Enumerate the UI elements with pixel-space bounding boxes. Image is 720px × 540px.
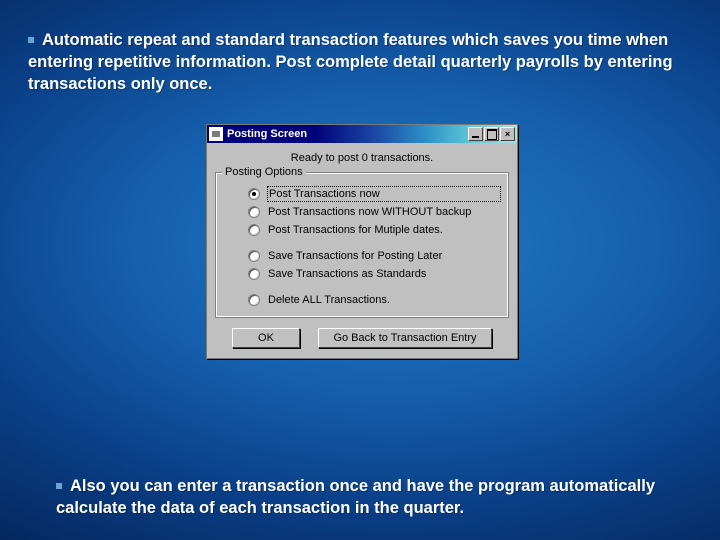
option-label: Post Transactions now WITHOUT backup bbox=[268, 205, 500, 219]
go-back-button[interactable]: Go Back to Transaction Entry bbox=[318, 328, 492, 348]
group-legend: Posting Options bbox=[222, 166, 306, 178]
option-post-now-no-backup[interactable]: Post Transactions now WITHOUT backup bbox=[224, 203, 500, 221]
option-post-now[interactable]: Post Transactions now bbox=[224, 185, 500, 203]
ok-button[interactable]: OK bbox=[232, 328, 300, 348]
bullet-icon bbox=[56, 477, 70, 495]
radio-icon bbox=[248, 188, 260, 200]
radio-icon bbox=[248, 224, 260, 236]
footer-text-content: Also you can enter a transaction once an… bbox=[56, 477, 655, 517]
posting-options-group: Posting Options Post Transactions now Po… bbox=[215, 172, 509, 318]
option-label: Delete ALL Transactions. bbox=[268, 293, 500, 307]
titlebar[interactable]: Posting Screen × bbox=[207, 125, 517, 143]
radio-icon bbox=[248, 268, 260, 280]
option-label: Save Transactions as Standards bbox=[268, 267, 500, 281]
option-save-for-later[interactable]: Save Transactions for Posting Later bbox=[224, 247, 500, 265]
heading-text: Automatic repeat and standard transactio… bbox=[28, 31, 673, 93]
posting-screen-window: Posting Screen × Ready to post 0 transac… bbox=[206, 124, 518, 359]
window-title: Posting Screen bbox=[227, 128, 467, 140]
slide-footer: Also you can enter a transaction once an… bbox=[56, 476, 686, 520]
minimize-button[interactable] bbox=[468, 127, 483, 141]
option-label: Post Transactions now bbox=[268, 187, 500, 201]
radio-icon bbox=[248, 294, 260, 306]
bullet-icon bbox=[28, 31, 42, 49]
close-button[interactable]: × bbox=[500, 127, 515, 141]
radio-icon bbox=[248, 250, 260, 262]
option-label: Save Transactions for Posting Later bbox=[268, 249, 500, 263]
titlebar-buttons: × bbox=[467, 127, 515, 141]
maximize-button[interactable] bbox=[484, 127, 499, 141]
option-label: Post Transactions for Mutiple dates. bbox=[268, 223, 500, 237]
option-post-multiple-dates[interactable]: Post Transactions for Mutiple dates. bbox=[224, 221, 500, 239]
option-delete-all[interactable]: Delete ALL Transactions. bbox=[224, 291, 500, 309]
app-icon bbox=[209, 127, 223, 141]
option-save-as-standards[interactable]: Save Transactions as Standards bbox=[224, 265, 500, 283]
dialog-buttons: OK Go Back to Transaction Entry bbox=[215, 328, 509, 348]
radio-icon bbox=[248, 206, 260, 218]
window-body: Ready to post 0 transactions. Posting Op… bbox=[207, 143, 517, 358]
slide-heading: Automatic repeat and standard transactio… bbox=[28, 30, 692, 95]
